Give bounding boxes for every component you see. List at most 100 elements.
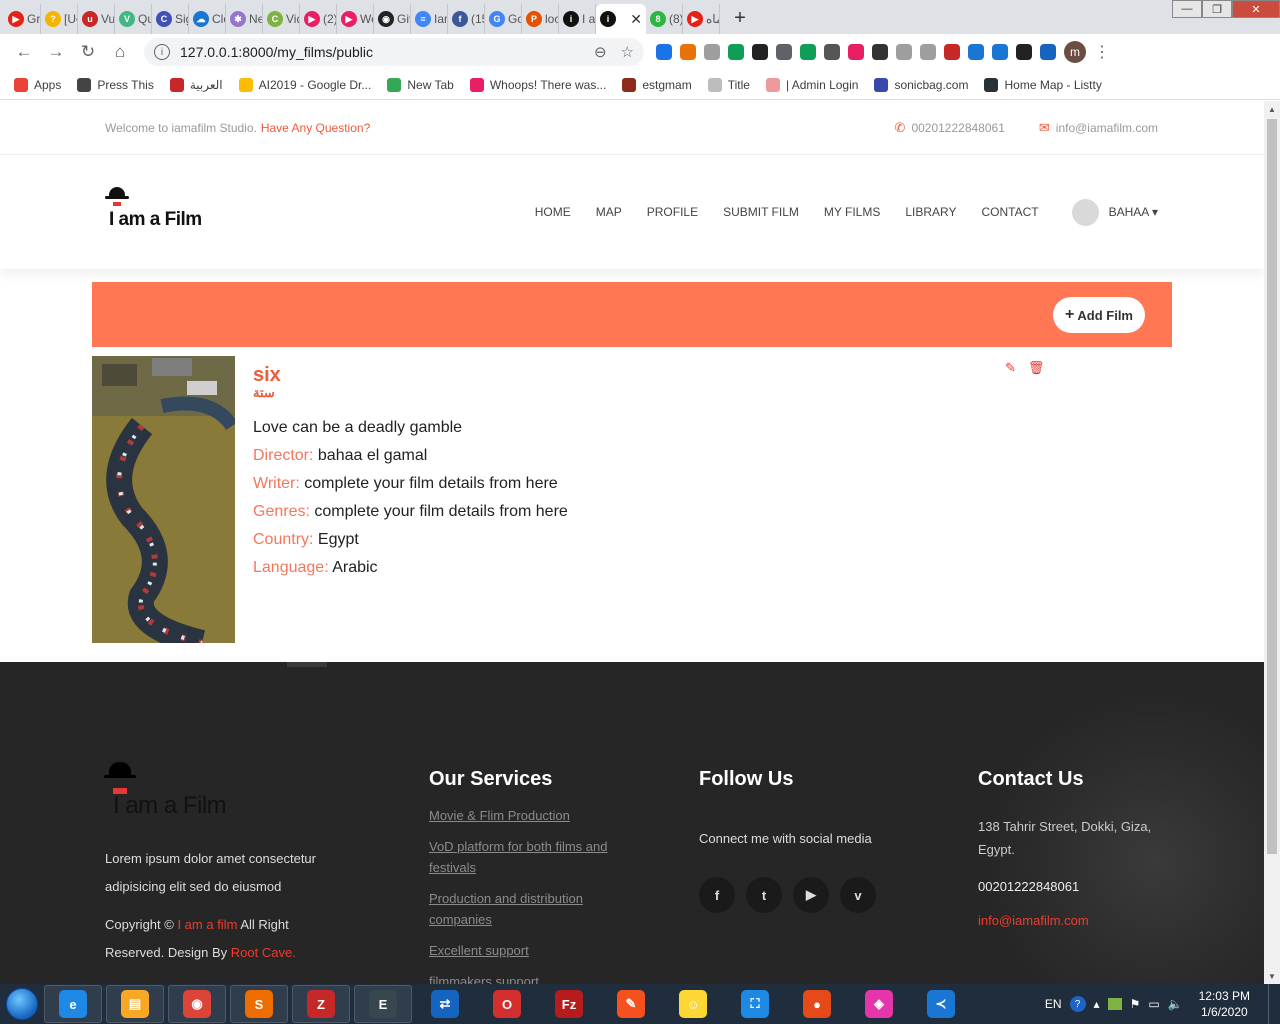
taskbar-file-explorer[interactable]: ▤	[106, 985, 164, 1023]
extension-icon[interactable]	[872, 44, 888, 60]
extension-icon[interactable]	[704, 44, 720, 60]
browser-tab[interactable]: Ploc	[522, 4, 559, 34]
extension-icon[interactable]	[944, 44, 960, 60]
browser-tab[interactable]: ☁Clo	[189, 4, 226, 34]
nav-item-profile[interactable]: PROFILE	[647, 205, 698, 219]
extension-icon[interactable]	[680, 44, 696, 60]
browser-tab[interactable]: ▶ (2)	[300, 4, 337, 34]
extension-icon[interactable]	[776, 44, 792, 60]
forward-button[interactable]: →	[40, 38, 72, 66]
taskbar-terminal[interactable]: E	[354, 985, 412, 1023]
minimize-button[interactable]: —	[1172, 0, 1202, 18]
monitor-tray-icon[interactable]: ▭	[1148, 997, 1159, 1011]
start-button[interactable]	[0, 984, 44, 1024]
extension-icon[interactable]	[824, 44, 840, 60]
bookmark-item[interactable]: Whoops! There was...	[469, 77, 606, 92]
extension-icon[interactable]	[728, 44, 744, 60]
reload-button[interactable]: ↻	[72, 38, 104, 66]
browser-tab[interactable]: ◉ Git	[374, 4, 411, 34]
browser-tab[interactable]: ✱ Ne	[226, 4, 263, 34]
twitter-icon[interactable]: t	[746, 877, 782, 913]
taskbar-opera[interactable]: O	[478, 985, 536, 1023]
bookmark-item[interactable]: New Tab	[387, 77, 454, 92]
browser-tab[interactable]: 8 (8)	[646, 4, 683, 34]
language-indicator[interactable]: EN	[1045, 997, 1062, 1011]
topbar-email-text[interactable]: info@iamafilm.com	[1056, 121, 1158, 135]
taskbar-emoji[interactable]: ☺	[664, 985, 722, 1023]
bookmark-item[interactable]: estgmam	[622, 77, 692, 92]
tray-expand-icon[interactable]: ▴	[1094, 997, 1100, 1011]
address-bar[interactable]: i 127.0.0.1:8000/my_films/public ⊖ ☆	[144, 38, 644, 66]
zoom-icon[interactable]: ⊖	[594, 43, 607, 61]
extension-icon[interactable]	[1040, 44, 1056, 60]
youtube-icon[interactable]: ▶	[793, 877, 829, 913]
scroll-down-arrow[interactable]: ▼	[1264, 968, 1280, 984]
copyright-brand-link[interactable]: I am a film	[177, 917, 237, 932]
help-icon[interactable]: ?	[1069, 996, 1086, 1012]
nav-item-submit-film[interactable]: SUBMIT FILM	[723, 205, 799, 219]
taskbar-pen-tool[interactable]: ✎	[602, 985, 660, 1023]
bookmark-item[interactable]: AI2019 - Google Dr...	[238, 77, 371, 92]
scroll-up-arrow[interactable]: ▲	[1264, 101, 1280, 117]
network-tray-icon[interactable]	[1107, 998, 1122, 1010]
bookmark-item[interactable]: Apps	[14, 77, 61, 92]
browser-tab[interactable]: GGo	[485, 4, 522, 34]
browser-tab[interactable]: f(15	[448, 4, 485, 34]
taskbar-teamviewer[interactable]: ⇄	[416, 985, 474, 1023]
browser-tab[interactable]: ?[Uc	[41, 4, 78, 34]
show-desktop-button[interactable]	[1268, 984, 1280, 1024]
browser-tab[interactable]: VQu	[115, 4, 152, 34]
profile-avatar[interactable]: m	[1064, 41, 1086, 63]
extension-icon[interactable]	[800, 44, 816, 60]
url-text[interactable]: 127.0.0.1:8000/my_films/public	[180, 44, 580, 60]
add-film-button[interactable]: + Add Film	[1053, 297, 1145, 333]
browser-tab[interactable]: u Vu	[78, 4, 115, 34]
action-center-icon[interactable]: ⚑	[1130, 997, 1141, 1011]
bookmark-star-icon[interactable]: ☆	[621, 43, 634, 61]
browser-tab[interactable]: CSig	[152, 4, 189, 34]
home-button[interactable]: ⌂	[104, 38, 136, 66]
page-scrollbar[interactable]: ▲ ▼	[1264, 101, 1280, 984]
delete-icon[interactable]: 🗑	[1028, 360, 1045, 376]
extension-icon[interactable]	[968, 44, 984, 60]
facebook-icon[interactable]: f	[699, 877, 735, 913]
browser-tab[interactable]: ▶ماه	[683, 4, 720, 34]
film-poster[interactable]	[92, 356, 235, 643]
extension-icon[interactable]	[896, 44, 912, 60]
service-link[interactable]: Production and distribution companies	[429, 888, 629, 930]
scrollbar-thumb[interactable]	[1267, 119, 1277, 854]
browser-tab[interactable]: iI ar	[559, 4, 596, 34]
service-link[interactable]: Excellent support	[429, 940, 629, 961]
service-link[interactable]: filmmakers support	[429, 971, 629, 984]
browser-tab[interactable]: CVid	[263, 4, 300, 34]
topbar-email[interactable]: ✉ info@iamafilm.com	[1039, 120, 1158, 136]
browser-tab[interactable]: ≡Ian	[411, 4, 448, 34]
close-window-button[interactable]: ✕	[1232, 0, 1280, 18]
maximize-button[interactable]: ❐	[1202, 0, 1232, 18]
have-question-link[interactable]: Have Any Question?	[261, 121, 370, 135]
browser-tab[interactable]: ▶We	[337, 4, 374, 34]
user-name[interactable]: BAHAA ▾	[1109, 205, 1158, 219]
taskbar-filezilla[interactable]: Fz	[540, 985, 598, 1023]
edit-icon[interactable]: ✎	[1005, 360, 1016, 376]
nav-item-home[interactable]: HOME	[535, 205, 571, 219]
extension-icon[interactable]	[992, 44, 1008, 60]
designer-link[interactable]: Root Cave.	[231, 945, 296, 960]
back-button[interactable]: ←	[8, 38, 40, 66]
extension-icon[interactable]	[848, 44, 864, 60]
taskbar-chrome[interactable]: ◉	[168, 985, 226, 1023]
service-link[interactable]: VoD platform for both films and festival…	[429, 836, 629, 878]
clock[interactable]: 12:03 PM 1/6/2020	[1199, 988, 1250, 1020]
vine-icon[interactable]: v	[840, 877, 876, 913]
volume-icon[interactable]: 🔈	[1168, 997, 1183, 1011]
bookmark-item[interactable]: sonicbag.com	[874, 77, 968, 92]
user-avatar[interactable]	[1071, 198, 1099, 226]
taskbar-vscode[interactable]: ≺	[912, 985, 970, 1023]
taskbar-zynga[interactable]: Z	[292, 985, 350, 1023]
bookmark-item[interactable]: العربية	[169, 77, 223, 92]
footer-logo[interactable]: I am a Film	[104, 762, 229, 822]
service-link[interactable]: Movie & Flim Production	[429, 805, 629, 826]
nav-item-contact[interactable]: CONTACT	[982, 205, 1039, 219]
taskbar-recorder[interactable]: ●	[788, 985, 846, 1023]
film-title[interactable]: six	[253, 364, 568, 386]
